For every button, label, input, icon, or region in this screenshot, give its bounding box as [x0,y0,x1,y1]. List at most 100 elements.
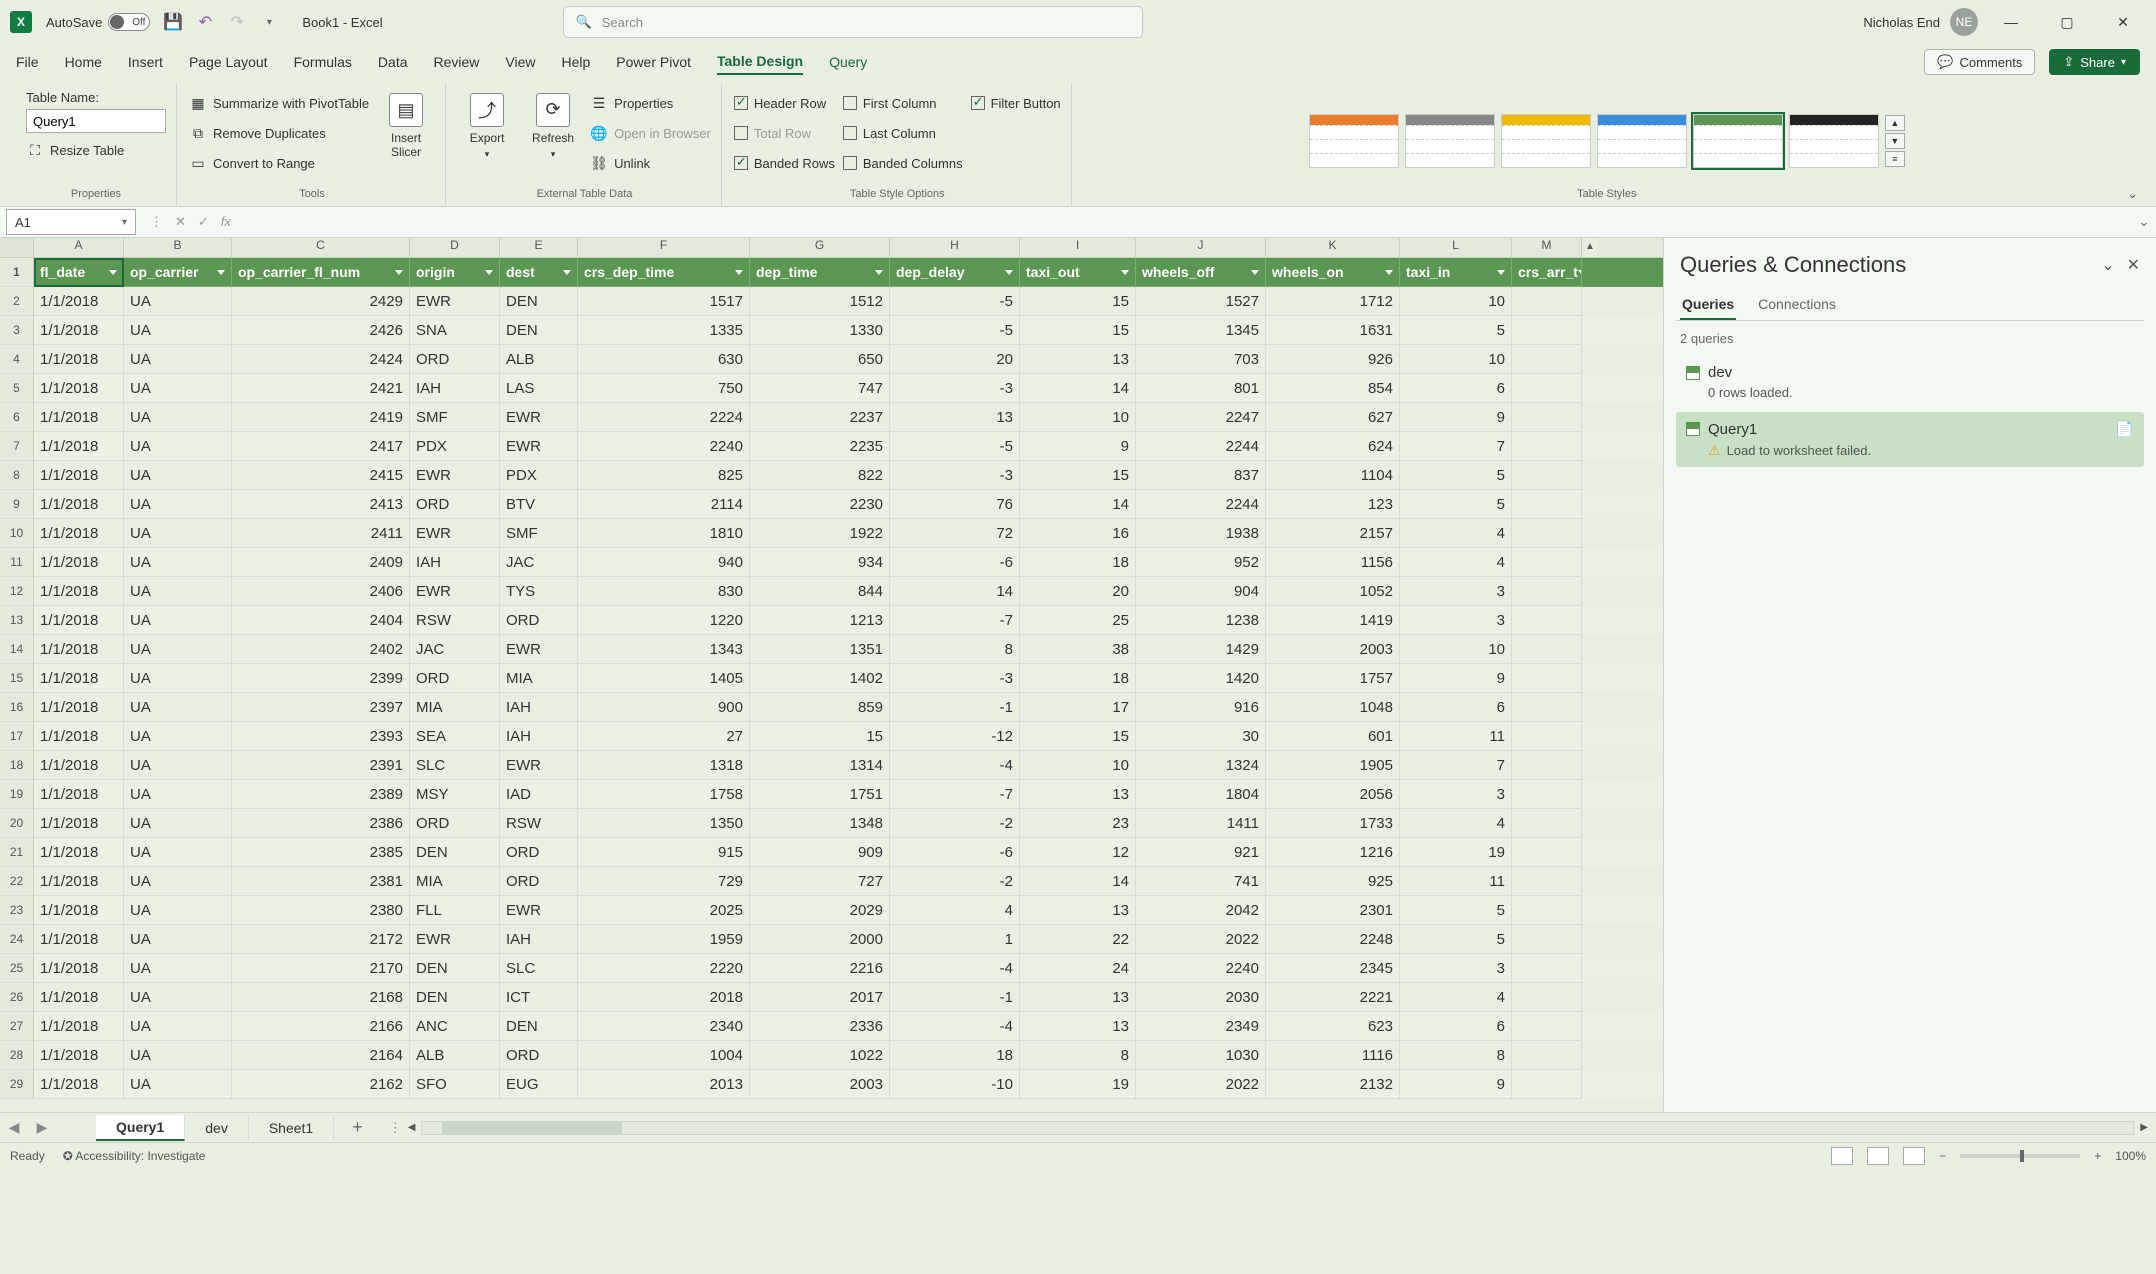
banded-rows-checkbox[interactable]: Banded Rows [734,150,835,176]
cell[interactable]: 2426 [232,316,410,345]
qat-dropdown-icon[interactable]: ▾ [260,13,278,31]
filter-dropdown-icon[interactable] [1121,270,1129,275]
cell[interactable]: UA [124,664,232,693]
table-header-cell[interactable]: wheels_off [1136,258,1266,287]
cell[interactable]: -3 [890,664,1020,693]
cell[interactable]: UA [124,403,232,432]
cell[interactable]: 4 [1400,809,1512,838]
cell[interactable]: 1429 [1136,635,1266,664]
cell[interactable]: -4 [890,954,1020,983]
cell[interactable]: 1420 [1136,664,1266,693]
cell[interactable]: DEN [500,1012,578,1041]
cell[interactable]: ORD [410,490,500,519]
cell[interactable]: 2421 [232,374,410,403]
cell[interactable]: 3 [1400,780,1512,809]
cell[interactable]: 1/1/2018 [34,867,124,896]
spreadsheet-grid[interactable]: ABCDEFGHIJKLM ▲ 1fl_dateop_carrierop_car… [0,238,1664,1112]
cell[interactable]: 14 [890,577,1020,606]
column-header[interactable]: F [578,238,750,257]
resize-table-button[interactable]: ⛶Resize Table [26,137,166,163]
cell[interactable] [1512,635,1582,664]
cell[interactable]: 5 [1400,316,1512,345]
table-style-blue[interactable] [1597,114,1687,168]
filter-dropdown-icon[interactable] [563,270,571,275]
hscroll-left-icon[interactable]: ◀ [408,1120,416,1136]
cell[interactable]: EWR [410,577,500,606]
sheet-tab-query1[interactable]: Query1 [96,1115,185,1141]
cell[interactable]: JAC [410,635,500,664]
cell[interactable]: -6 [890,548,1020,577]
cell[interactable] [1512,722,1582,751]
cell[interactable]: 1/1/2018 [34,316,124,345]
cell[interactable]: 1405 [578,664,750,693]
column-header[interactable]: A [34,238,124,257]
cell[interactable] [1512,403,1582,432]
cell[interactable]: 10 [1400,345,1512,374]
cell[interactable]: 2349 [1136,1012,1266,1041]
cell[interactable]: ORD [410,809,500,838]
cell[interactable]: 2417 [232,432,410,461]
cell[interactable]: 2393 [232,722,410,751]
autosave-toggle[interactable]: AutoSave Off [46,13,150,31]
cell[interactable] [1512,1012,1582,1041]
chevron-down-icon[interactable]: ▾ [122,217,127,228]
tab-query[interactable]: Query [829,50,867,74]
cell[interactable]: 1/1/2018 [34,983,124,1012]
cell[interactable]: 123 [1266,490,1400,519]
cell[interactable]: 1411 [1136,809,1266,838]
table-style-yellow[interactable] [1501,114,1591,168]
cell[interactable]: 1/1/2018 [34,664,124,693]
cell[interactable]: 1/1/2018 [34,1070,124,1099]
cell[interactable]: 624 [1266,432,1400,461]
cell[interactable] [1512,925,1582,954]
cell[interactable]: SFO [410,1070,500,1099]
insert-slicer-button[interactable]: ▤Insert Slicer [377,86,435,166]
cell[interactable] [1512,461,1582,490]
column-header[interactable]: E [500,238,578,257]
cell[interactable]: EWR [500,635,578,664]
cell[interactable]: 5 [1400,896,1512,925]
cell[interactable]: 1/1/2018 [34,1012,124,1041]
cell[interactable]: 1104 [1266,461,1400,490]
cell[interactable]: 1733 [1266,809,1400,838]
save-icon[interactable]: 💾 [164,13,182,31]
cell[interactable]: RSW [500,809,578,838]
cell[interactable]: 1335 [578,316,750,345]
cell[interactable]: 1/1/2018 [34,693,124,722]
query-item-query1[interactable]: Query1📄 ⚠Load to worksheet failed. [1676,412,2144,467]
cell[interactable]: -5 [890,287,1020,316]
cell[interactable]: SLC [500,954,578,983]
cell[interactable]: 2022 [1136,925,1266,954]
row-header[interactable]: 13 [0,606,34,635]
column-header[interactable]: H [890,238,1020,257]
cell[interactable] [1512,577,1582,606]
row-header[interactable]: 7 [0,432,34,461]
cell[interactable] [1512,548,1582,577]
cell[interactable]: 1216 [1266,838,1400,867]
cell[interactable]: 2003 [750,1070,890,1099]
cell[interactable]: 76 [890,490,1020,519]
cell[interactable]: 12 [1020,838,1136,867]
zoom-out-button[interactable]: − [1939,1149,1946,1163]
filter-dropdown-icon[interactable] [109,270,117,275]
tab-view[interactable]: View [505,50,535,74]
cell[interactable]: EWR [410,519,500,548]
cell[interactable]: ORD [500,606,578,635]
cell[interactable]: 854 [1266,374,1400,403]
cell[interactable]: 9 [1400,1070,1512,1099]
first-column-checkbox[interactable]: First Column [843,90,963,116]
cell[interactable]: 825 [578,461,750,490]
cell[interactable]: 2385 [232,838,410,867]
cell[interactable]: 2402 [232,635,410,664]
cell[interactable]: 1/1/2018 [34,896,124,925]
tab-formulas[interactable]: Formulas [294,50,352,74]
cell[interactable]: -7 [890,780,1020,809]
cell[interactable]: 13 [1020,1012,1136,1041]
sheet-tabs-menu[interactable]: ⋮ [389,1120,402,1136]
cell[interactable]: 2247 [1136,403,1266,432]
sheet-tab-dev[interactable]: dev [185,1116,249,1140]
cell[interactable]: ORD [410,664,500,693]
cell[interactable]: 1/1/2018 [34,954,124,983]
cell[interactable]: MIA [410,867,500,896]
cell[interactable]: -2 [890,867,1020,896]
